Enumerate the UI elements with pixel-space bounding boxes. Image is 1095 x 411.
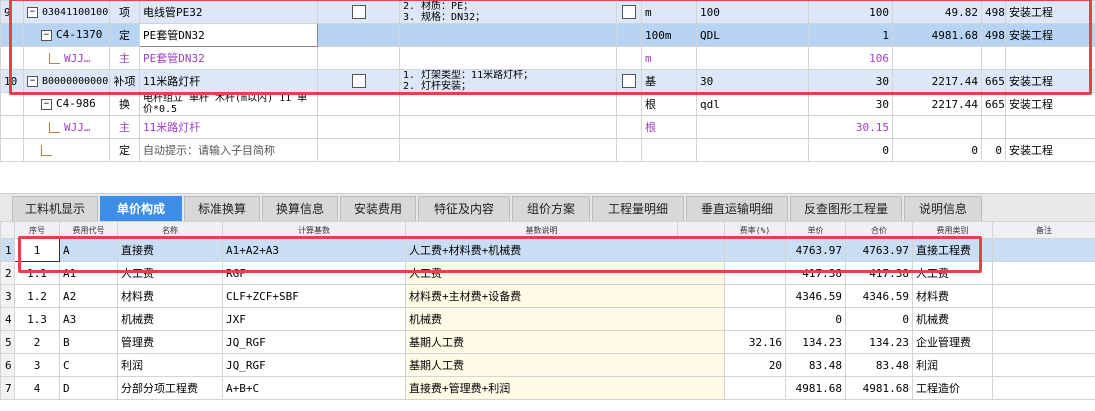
detail-tab-bar: 工料机显示 单价构成 标准换算 换算信息 安装费用 特征及内容 组价方案 工程量… (0, 193, 1095, 222)
table-row[interactable]: 2 1.1 A1 人工费 RGF 人工费 417.38 417.38 人工费 (0, 261, 1095, 285)
table-row[interactable]: WJJ… 主 PE套管DN32 m 106 (0, 46, 1095, 70)
tab-standard-conversion[interactable]: 标准换算 (184, 196, 260, 221)
table-row[interactable]: 10 − B00000000003 补项 11米路灯杆 1. 灯架类型：11米路灯… (0, 69, 1095, 93)
table-row[interactable]: 5 2 B 管理费 JQ_RGF 基期人工费 32.16 134.23 134.… (0, 330, 1095, 354)
tab-description-info[interactable]: 说明信息 (904, 196, 982, 221)
table-row[interactable]: 7 4 D 分部分项工程费 A+B+C 直接费+管理费+利润 4981.68 4… (0, 376, 1095, 400)
table-row[interactable]: 3 1.2 A2 材料费 CLF+ZCF+SBF 材料费+主材费+设备费 434… (0, 284, 1095, 308)
checkbox[interactable] (351, 5, 366, 19)
tree-line-icon (41, 144, 52, 156)
collapse-icon[interactable]: − (27, 6, 38, 18)
tab-labor-material-machine[interactable]: 工料机显示 (12, 196, 98, 221)
tab-pricing-plan[interactable]: 组价方案 (512, 196, 590, 221)
name-edit-input[interactable]: PE套管DN32 (139, 23, 318, 47)
tree-line-icon (49, 52, 60, 64)
table-row[interactable]: − C4-1370 定 PE套管DN32 100m QDL 1 4981.68 4… (0, 23, 1095, 47)
checkbox[interactable] (351, 74, 366, 88)
table-row[interactable]: − C4-986 换 电杆组立 单杆 木杆(m以内) 11 单价*0.5 根 qd… (0, 92, 1095, 116)
tab-features-content[interactable]: 特征及内容 (418, 196, 510, 221)
table-row[interactable]: 9 −030411001001 项 电线管PE32 2. 材质：PE； 3. 规… (0, 0, 1095, 24)
checkbox[interactable] (622, 74, 636, 88)
table-row[interactable]: 4 1.3 A3 机械费 JXF 机械费 0 0 机械费 (0, 307, 1095, 331)
tab-install-fee[interactable]: 安装费用 (340, 196, 416, 221)
tab-reverse-lookup-quantity[interactable]: 反查图形工程量 (790, 196, 902, 221)
table-header-row: 序号 费用代号 名称 计算基数 基数说明 费率(%) 单价 合价 费用类别 备注 (0, 221, 1095, 239)
collapse-icon[interactable]: − (41, 29, 52, 41)
table-row[interactable]: 1 1 A 直接费 A1+A2+A3 人工费+材料费+机械费 4763.97 4… (0, 238, 1095, 262)
sub-item-grid: 9 −030411001001 项 电线管PE32 2. 材质：PE； 3. 规… (0, 0, 1095, 162)
tab-vertical-transport-detail[interactable]: 垂直运输明细 (686, 196, 788, 221)
collapse-icon[interactable]: − (27, 75, 38, 87)
collapse-icon[interactable]: − (41, 98, 52, 110)
checkbox[interactable] (622, 5, 636, 19)
tab-conversion-info[interactable]: 换算信息 (262, 196, 338, 221)
table-row[interactable]: WJJ… 主 11米路灯杆 根 30.15 (0, 115, 1095, 139)
table-row[interactable]: 6 3 C 利润 JQ_RGF 基期人工费 20 83.48 83.48 利润 (0, 353, 1095, 377)
unit-price-composition-grid: 序号 费用代号 名称 计算基数 基数说明 费率(%) 单价 合价 费用类别 备注… (0, 221, 1095, 400)
tab-unit-price-composition[interactable]: 单价构成 (100, 196, 182, 221)
table-row[interactable]: 定 自动提示：请输入子目简称 0 0 0 安装工程 (0, 138, 1095, 162)
tab-quantity-detail[interactable]: 工程量明细 (592, 196, 684, 221)
tree-line-icon (49, 121, 60, 133)
